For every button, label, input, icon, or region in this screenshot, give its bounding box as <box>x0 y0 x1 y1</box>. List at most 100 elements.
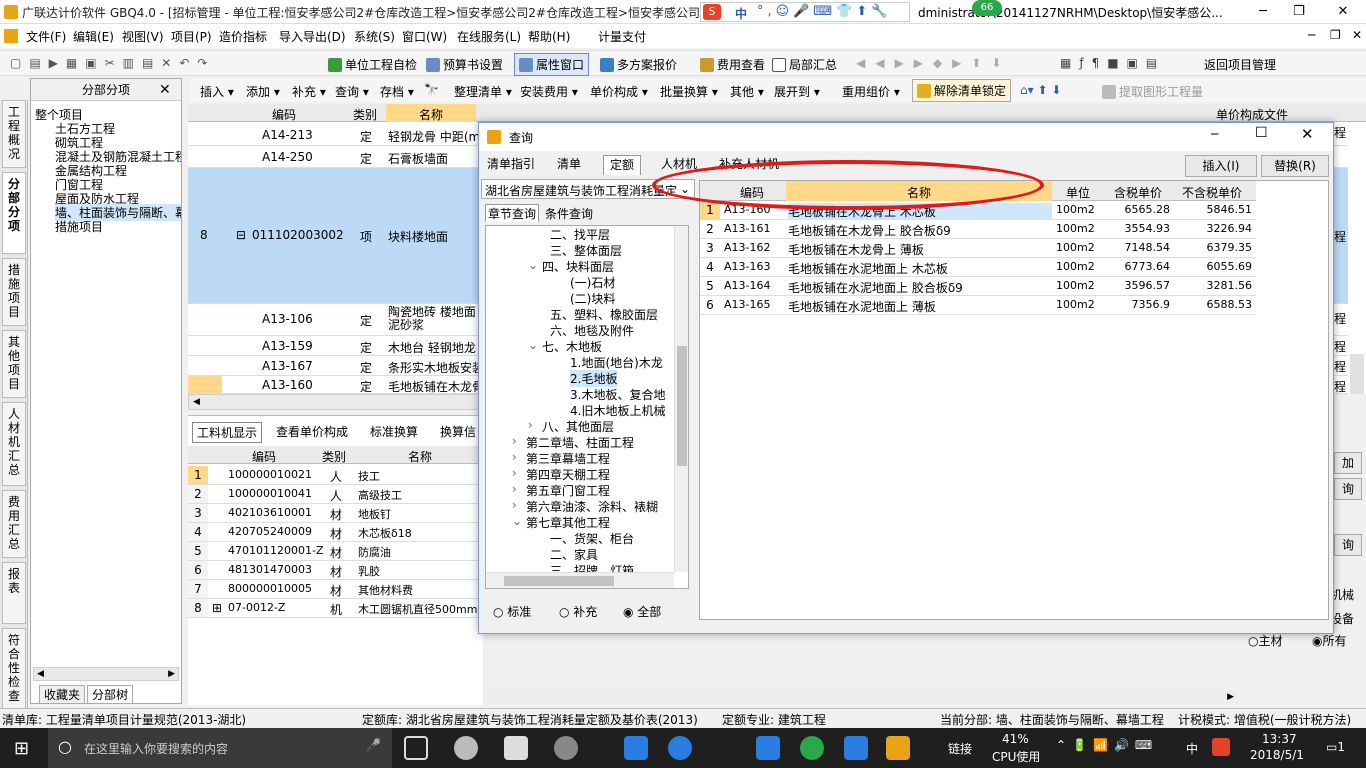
menu-window[interactable]: 窗口(W) <box>402 28 447 45</box>
menu-import-export[interactable]: 导入导出(D) <box>279 28 346 45</box>
tree-node[interactable]: 六、地毯及附件 <box>550 322 634 339</box>
tree-node[interactable]: › 第三章幕墙工程 <box>512 450 610 467</box>
ime-indicator[interactable]: 中 <box>1186 740 1198 757</box>
tree-hscrollbar-dialog[interactable] <box>486 572 674 588</box>
resource-row[interactable]: 7 800000010005 材 其他材料费 <box>188 580 483 599</box>
gbq-icon[interactable] <box>886 736 910 760</box>
app-pinwheel-icon[interactable] <box>454 736 478 760</box>
batch-convert-menu[interactable]: 批量换算 ▾ <box>660 83 718 100</box>
main-vscrollbar[interactable] <box>1350 354 1364 394</box>
edge-icon[interactable] <box>504 736 528 760</box>
tree-node[interactable]: 4.旧木地板上机械 <box>570 402 665 419</box>
all-radio[interactable]: ◉所有 <box>1312 632 1347 649</box>
mdi-close-icon[interactable]: ✕ <box>1352 28 1362 42</box>
resource-row[interactable]: 4 420705240009 材 木芯板δ18 <box>188 523 483 542</box>
tree-node[interactable]: (一)石材 <box>570 274 615 291</box>
menu-view[interactable]: 视图(V) <box>122 28 164 45</box>
tree-node[interactable]: › 八、其他面层 <box>528 418 614 435</box>
tab-std-convert[interactable]: 标准换算 <box>370 423 418 440</box>
install-fee-menu[interactable]: 安装费用 ▾ <box>520 83 578 100</box>
tree-node[interactable]: › 第四章天棚工程 <box>512 466 610 483</box>
radio-supplement[interactable]: ○ 补充 <box>559 603 597 620</box>
tree-vscrollbar[interactable] <box>674 226 688 572</box>
close-icon[interactable]: ✕ <box>159 82 171 98</box>
resource-row[interactable]: 1 100000010021 人 技工 <box>188 466 483 485</box>
tree-scroll-thumb[interactable] <box>677 346 687 466</box>
add-menu[interactable]: 添加 ▾ <box>246 83 280 100</box>
tab-list-guide[interactable]: 清单指引 <box>481 155 541 175</box>
tab-compliance[interactable]: 符合性检查 <box>2 628 26 710</box>
extract-quantity-button[interactable]: 提取图形工程量 <box>1102 83 1203 100</box>
page-hscrollbar[interactable]: ▶ <box>488 690 1238 704</box>
tree-hscrollbar[interactable]: ◀ ▶ <box>33 667 179 681</box>
chevron-down-icon[interactable]: ⌄ <box>512 514 522 528</box>
mdi-restore-icon[interactable]: ❐ <box>1330 28 1341 42</box>
tree-node[interactable]: (二)块料 <box>570 290 615 307</box>
menu-cost-index[interactable]: 造价指标 <box>219 28 267 45</box>
menu-project[interactable]: 项目(P) <box>171 28 212 45</box>
tab-list[interactable]: 清单 <box>551 155 587 175</box>
tree-node[interactable]: ⌄ 四、块料面层 <box>528 258 614 275</box>
tree-node[interactable]: 措施项目 <box>55 218 103 235</box>
chevron-right-icon[interactable]: › <box>512 482 517 496</box>
ime-toolbar[interactable]: S 中 °,☺🎤⌨👕⬆🔧 <box>700 2 910 22</box>
side-button[interactable]: 询 <box>1334 478 1362 500</box>
expand-to-menu[interactable]: 展开到 ▾ <box>774 83 820 100</box>
tree-node[interactable]: 一、货架、柜台 <box>550 530 634 547</box>
tree-node[interactable]: › 第六章油漆、涂料、裱糊 <box>512 498 658 515</box>
resource-row[interactable]: 2 100000010041 人 高级技工 <box>188 485 483 504</box>
dialog-maximize-button[interactable]: ☐ <box>1255 125 1268 141</box>
tab-fee-summary[interactable]: 费用汇总 <box>2 490 26 558</box>
partial-summary-checkbox[interactable]: 局部汇总 <box>772 56 837 73</box>
start-button[interactable]: ⊞ <box>14 738 29 759</box>
chevron-down-icon[interactable]: ⌄ <box>528 338 538 352</box>
main-material-radio[interactable]: ○主材 <box>1248 632 1283 649</box>
paint-arrows-icons[interactable]: ⌂▾ ⬆ ⬇ <box>1020 83 1061 97</box>
glodon-icon[interactable] <box>756 736 780 760</box>
multi-scheme-button[interactable]: 多方案报价 <box>600 56 677 73</box>
budget-settings-button[interactable]: 预算书设置 <box>426 56 503 73</box>
chevron-down-icon[interactable]: ⌄ <box>528 258 538 272</box>
tree-node[interactable]: 二、找平层 <box>550 226 610 243</box>
chevron-right-icon[interactable]: › <box>512 450 517 464</box>
menu-system[interactable]: 系统(S) <box>354 28 395 45</box>
tab-convert-info[interactable]: 换算信 <box>440 423 476 440</box>
menu-measure-pay[interactable]: 计量支付 <box>598 28 646 45</box>
tab-condition-query[interactable]: 条件查询 <box>545 205 593 222</box>
tab-other-items[interactable]: 其他项目 <box>2 330 26 398</box>
menu-edit[interactable]: 编辑(E) <box>73 28 114 45</box>
self-check-button[interactable]: 单位工程自检 <box>328 56 417 73</box>
menu-file[interactable]: 文件(F) <box>26 28 66 45</box>
supplement-menu[interactable]: 补充 ▾ <box>292 83 326 100</box>
mdi-minimize-icon[interactable]: ─ <box>1308 28 1315 42</box>
notification-icon[interactable]: ▭1 <box>1326 740 1345 754</box>
tab-quota[interactable]: 定额 <box>603 155 642 175</box>
binoculars-icon[interactable]: 🔭 <box>424 83 439 97</box>
tray-icons[interactable]: ⌃🔋📶🔊⌨ <box>1056 738 1158 752</box>
organize-list-menu[interactable]: 整理清单 ▾ <box>454 83 512 100</box>
chevron-right-icon[interactable]: › <box>528 418 533 432</box>
quota-row[interactable]: 5 A13-164 毛地板铺在水泥地面上 胶合板δ9 100m2 3596.57 3281… <box>700 277 1256 296</box>
360-browser-icon[interactable] <box>800 736 824 760</box>
tab-division-tree[interactable]: 分部树 <box>87 685 134 704</box>
tab-sub-items[interactable]: 分部分项 <box>2 172 26 254</box>
task-view-icon[interactable] <box>404 736 428 760</box>
std-icons[interactable]: ▢▤▶▦▣✂▥▤✕↶↷ <box>10 56 215 70</box>
tree-node[interactable]: 3.木地板、复合地 <box>570 386 665 403</box>
tree-node[interactable]: 1.地面(地台)木龙 <box>570 354 663 371</box>
tree-node[interactable]: 三、整体面层 <box>550 242 622 259</box>
main-hscrollbar[interactable]: ◀ <box>188 394 484 410</box>
back-project-button[interactable]: 返回项目管理 <box>1204 56 1276 73</box>
radio-all[interactable]: ◉ 全部 <box>623 603 661 620</box>
collapse-icon[interactable]: ⊟ <box>236 228 246 242</box>
dialog-minimize-button[interactable]: ─ <box>1211 127 1218 141</box>
resource-row[interactable]: 6 481301470003 材 乳胶 <box>188 561 483 580</box>
tree-node[interactable]: 五、塑料、橡胶面层 <box>550 306 658 323</box>
edge-blue-icon[interactable] <box>624 736 648 760</box>
chevron-right-icon[interactable]: › <box>512 434 517 448</box>
tab-report[interactable]: 报表 <box>2 562 26 624</box>
tab-chapter-query[interactable]: 章节查询 <box>485 204 540 222</box>
property-window-button[interactable]: 属性窗口 <box>514 53 590 76</box>
radio-standard[interactable]: ○ 标准 <box>493 603 531 620</box>
resource-row[interactable]: 5 470101120001-Z 材 防腐油 <box>188 542 483 561</box>
